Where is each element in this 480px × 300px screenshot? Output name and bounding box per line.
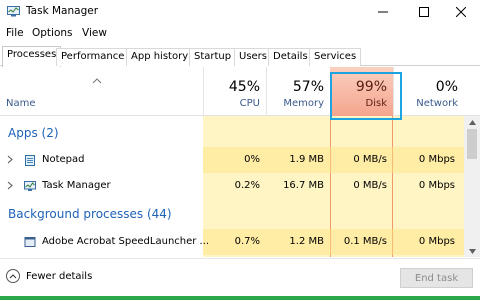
sort-up-icon[interactable] <box>92 78 102 84</box>
collapse-circle-icon <box>6 269 20 283</box>
network-percent: 0% <box>435 79 458 95</box>
process-network: 0 Mbps <box>418 180 455 191</box>
column-network[interactable]: 0% Network <box>393 67 464 116</box>
table-row[interactable]: Notepad 0% 1.9 MB 0 MB/s 0 Mbps <box>0 147 464 173</box>
tab-services[interactable]: Services <box>309 48 362 66</box>
maximize-icon <box>419 7 429 17</box>
column-divider <box>203 67 204 116</box>
group-apps: Apps (2) <box>8 126 59 140</box>
end-task-button[interactable]: End task <box>400 268 473 288</box>
scroll-up-icon <box>468 119 476 125</box>
chevron-right-icon[interactable] <box>7 181 13 190</box>
fewer-details-label: Fewer details <box>26 270 93 282</box>
title-bar: Task Manager <box>0 0 480 24</box>
table-row[interactable]: Task Manager 0.2% 16.7 MB 0 MB/s 0 Mbps <box>0 173 464 199</box>
scroll-down-icon <box>468 248 476 254</box>
memory-label: Memory <box>283 98 324 109</box>
scroll-down-button[interactable] <box>464 245 480 257</box>
process-name: Adobe Acrobat SpeedLauncher ... <box>42 236 210 247</box>
menu-options[interactable]: Options <box>32 27 73 39</box>
cpu-label: CPU <box>239 98 260 109</box>
window-bottom-border <box>0 296 480 300</box>
group-background: Background processes (44) <box>8 207 172 221</box>
fewer-details-button[interactable]: Fewer details <box>6 269 92 283</box>
process-cpu: 0% <box>244 154 260 165</box>
vertical-scrollbar[interactable] <box>464 116 480 257</box>
cpu-percent: 45% <box>228 79 260 95</box>
tab-users[interactable]: Users <box>234 48 273 66</box>
process-memory: 1.2 MB <box>289 236 324 247</box>
maximize-button[interactable] <box>407 0 441 24</box>
tab-processes[interactable]: Processes <box>2 46 62 67</box>
footer: Fewer details End task <box>0 258 480 296</box>
column-cpu[interactable]: 45% CPU <box>203 67 266 116</box>
scroll-thumb[interactable] <box>467 129 477 159</box>
process-name: Task Manager <box>42 180 111 191</box>
scroll-up-button[interactable] <box>464 116 480 128</box>
table-row[interactable]: Adobe Acrobat SpeedLauncher ... 0.7% 1.2… <box>0 229 464 255</box>
process-cpu: 0.2% <box>234 180 260 191</box>
disk-column-highlight <box>330 72 402 120</box>
process-disk: 0.1 MB/s <box>343 236 387 247</box>
tab-performance[interactable]: Performance <box>56 48 130 66</box>
process-network: 0 Mbps <box>418 154 455 165</box>
close-button[interactable] <box>444 0 478 24</box>
menu-bar: File Options View <box>0 25 480 43</box>
process-list: Apps (2) Notepad 0% 1.9 MB 0 MB/s 0 Mbps… <box>0 116 480 257</box>
network-label: Network <box>416 98 458 109</box>
tab-app-history[interactable]: App history <box>126 48 194 66</box>
notepad-icon <box>25 155 35 166</box>
column-memory[interactable]: 57% Memory <box>266 67 330 116</box>
window-title: Task Manager <box>26 5 99 17</box>
menu-file[interactable]: File <box>6 27 24 39</box>
menu-view[interactable]: View <box>82 27 107 39</box>
tab-startup[interactable]: Startup <box>189 48 237 66</box>
column-name[interactable]: Name <box>6 98 36 109</box>
task-manager-icon <box>24 181 36 191</box>
memory-percent: 57% <box>292 79 324 95</box>
process-memory: 16.7 MB <box>283 180 324 191</box>
process-name: Notepad <box>42 154 85 165</box>
process-disk: 0 MB/s <box>353 154 387 165</box>
process-cpu: 0.7% <box>234 236 260 247</box>
process-disk: 0 MB/s <box>353 180 387 191</box>
process-memory: 1.9 MB <box>289 154 324 165</box>
task-manager-icon <box>7 6 20 17</box>
tab-bar: Processes Performance App history Startu… <box>0 46 480 67</box>
process-network: 0 Mbps <box>418 236 455 247</box>
chevron-right-icon[interactable] <box>7 155 13 164</box>
close-icon <box>456 7 466 17</box>
acrobat-icon <box>24 237 36 247</box>
minimize-icon <box>378 11 388 13</box>
tab-details[interactable]: Details <box>268 48 313 66</box>
minimize-button[interactable] <box>366 0 400 24</box>
